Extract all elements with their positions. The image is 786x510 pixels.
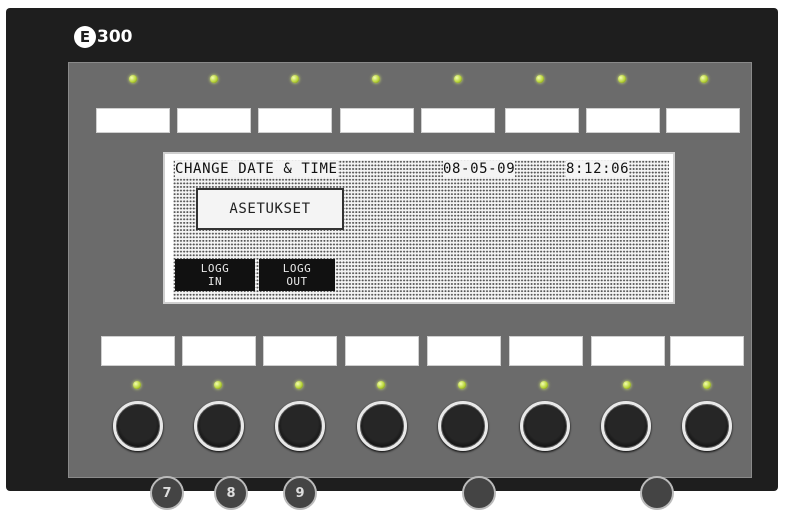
soft-key-top-5[interactable]	[421, 108, 495, 133]
led-indicator-top-3	[291, 75, 299, 83]
settings-menu-button[interactable]: ASETUKSET	[196, 188, 344, 230]
rotary-knob-1[interactable]	[113, 401, 163, 451]
rotary-knob-4[interactable]	[357, 401, 407, 451]
led-indicator-top-6	[536, 75, 544, 83]
model-number: 300	[97, 27, 133, 47]
led-indicator-top-8	[700, 75, 708, 83]
led-indicator-top-2	[210, 75, 218, 83]
soft-key-top-3[interactable]	[258, 108, 332, 133]
led-indicator-bottom-3	[295, 381, 303, 389]
soft-key-top-6[interactable]	[505, 108, 579, 133]
led-indicator-top-5	[454, 75, 462, 83]
soft-key-top-2[interactable]	[177, 108, 251, 133]
login-label-line1: LOGG	[200, 262, 230, 275]
soft-key-top-8[interactable]	[666, 108, 740, 133]
logout-label-line1: LOGG	[282, 262, 312, 275]
soft-key-bottom-3[interactable]	[263, 336, 337, 366]
lcd-screen: CHANGE DATE & TIME 08-05-09 8:12:06 ASET…	[173, 160, 669, 300]
numeric-button-9[interactable]: 9	[283, 476, 317, 510]
led-indicator-top-1	[129, 75, 137, 83]
soft-key-top-4[interactable]	[340, 108, 414, 133]
rotary-knob-2[interactable]	[194, 401, 244, 451]
soft-key-bottom-7[interactable]	[591, 336, 665, 366]
soft-key-bottom-5[interactable]	[427, 336, 501, 366]
soft-key-bottom-8[interactable]	[670, 336, 744, 366]
soft-key-top-1[interactable]	[96, 108, 170, 133]
numeric-button-8-label: 8	[226, 485, 236, 501]
numeric-button-8[interactable]: 8	[214, 476, 248, 510]
led-indicator-bottom-7	[623, 381, 631, 389]
function-button-left[interactable]	[462, 476, 496, 510]
lcd-date: 08-05-09	[443, 161, 516, 177]
soft-key-bottom-1[interactable]	[101, 336, 175, 366]
led-indicator-bottom-4	[377, 381, 385, 389]
led-indicator-top-4	[372, 75, 380, 83]
login-button[interactable]: LOGG IN	[175, 259, 255, 291]
numeric-button-9-label: 9	[295, 485, 305, 501]
lcd-display: CHANGE DATE & TIME 08-05-09 8:12:06 ASET…	[163, 152, 675, 304]
soft-key-bottom-2[interactable]	[182, 336, 256, 366]
logo-badge: E	[74, 26, 96, 48]
logout-label-line2: OUT	[286, 275, 308, 288]
rotary-knob-7[interactable]	[601, 401, 651, 451]
led-indicator-bottom-2	[214, 381, 222, 389]
brand-logo: E 300	[74, 24, 133, 50]
login-label-line2: IN	[207, 275, 223, 288]
led-indicator-bottom-6	[540, 381, 548, 389]
soft-key-bottom-4[interactable]	[345, 336, 419, 366]
lcd-time: 8:12:06	[566, 161, 630, 177]
soft-key-bottom-6[interactable]	[509, 336, 583, 366]
led-indicator-bottom-1	[133, 381, 141, 389]
right-margin	[778, 8, 786, 491]
led-indicator-bottom-5	[458, 381, 466, 389]
numeric-button-7[interactable]: 7	[150, 476, 184, 510]
lcd-title: CHANGE DATE & TIME	[175, 161, 338, 177]
settings-menu-label: ASETUKSET	[229, 201, 311, 217]
numeric-button-7-label: 7	[162, 485, 172, 501]
led-indicator-top-7	[618, 75, 626, 83]
rotary-knob-6[interactable]	[520, 401, 570, 451]
rotary-knob-5[interactable]	[438, 401, 488, 451]
logout-button[interactable]: LOGG OUT	[259, 259, 335, 291]
rotary-knob-8[interactable]	[682, 401, 732, 451]
led-indicator-bottom-8	[703, 381, 711, 389]
screenshot-frame: E 300 CHANGE DATE & TIME 08-05-09 8:12:0…	[0, 0, 786, 510]
function-button-right[interactable]	[640, 476, 674, 510]
rotary-knob-3[interactable]	[275, 401, 325, 451]
soft-key-top-7[interactable]	[586, 108, 660, 133]
